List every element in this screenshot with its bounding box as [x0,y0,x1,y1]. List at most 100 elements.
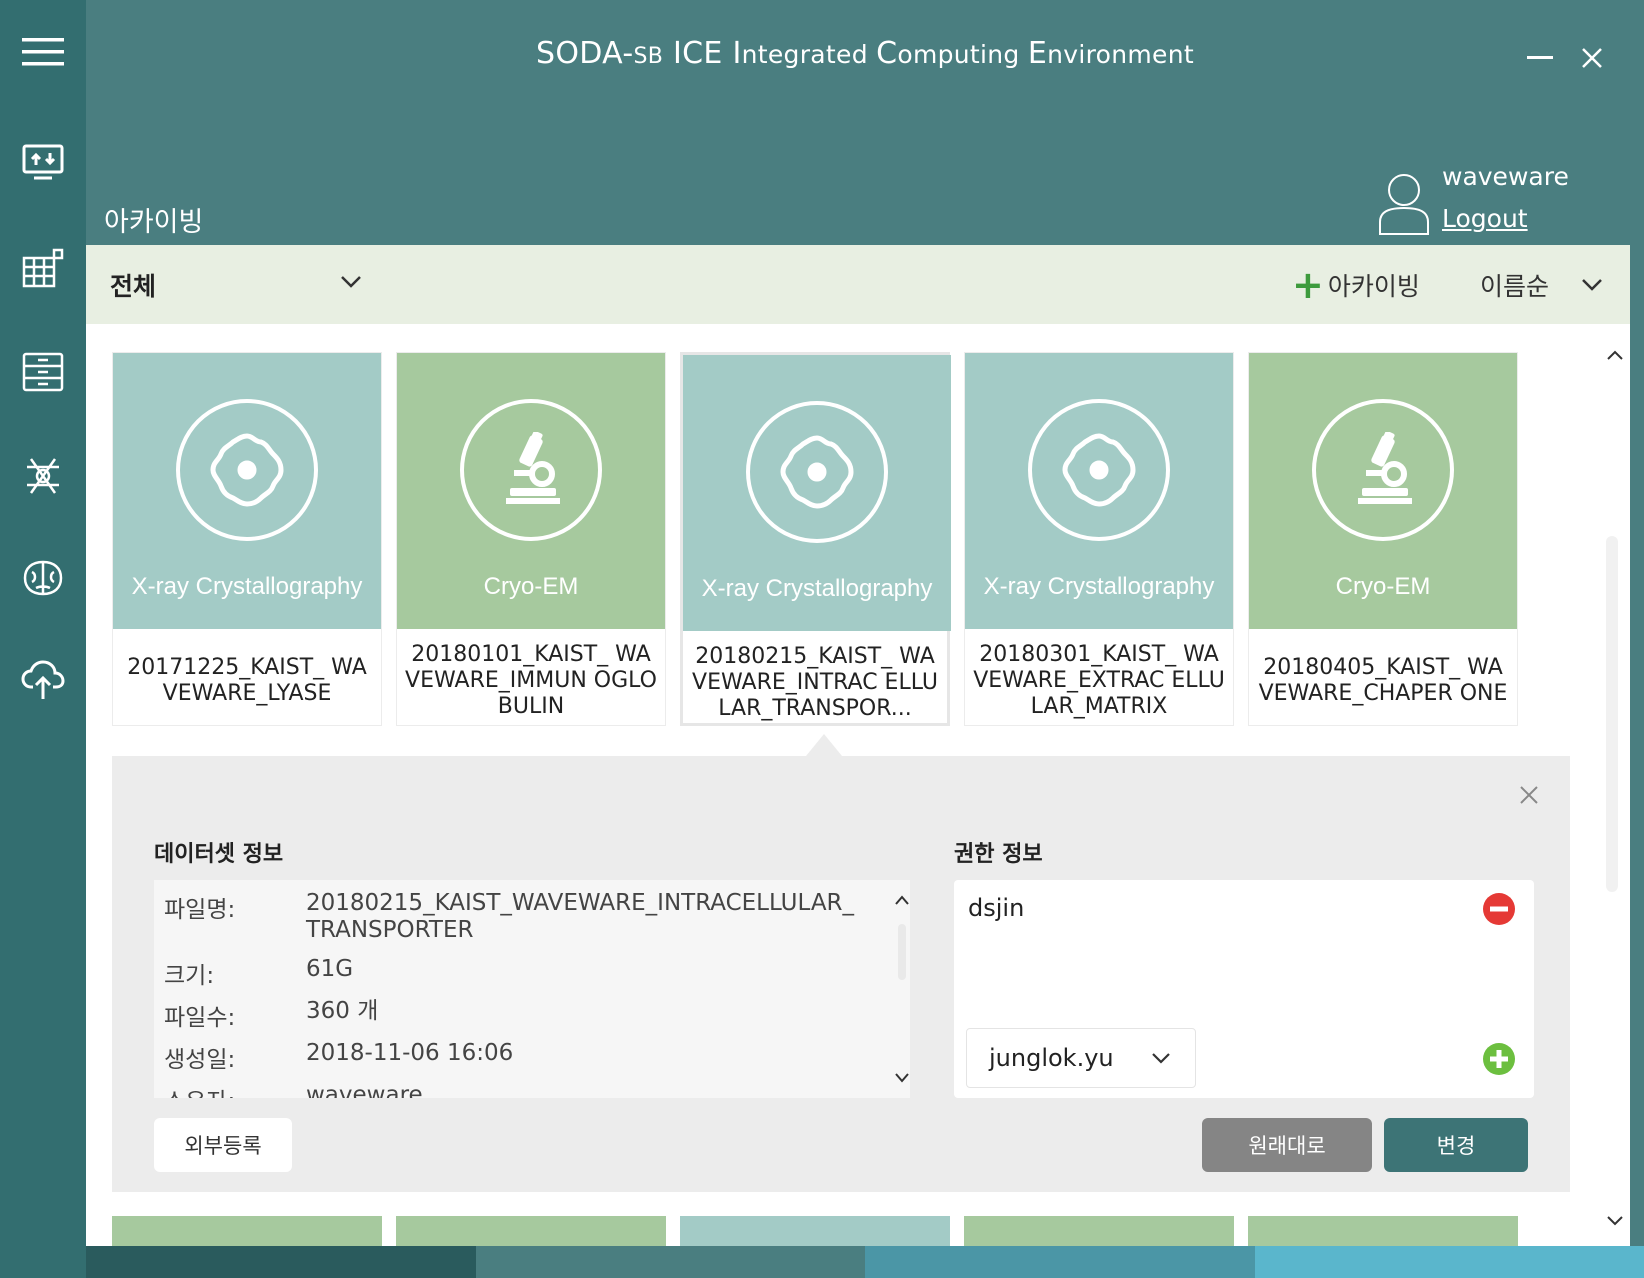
title-brand: SODA- [536,36,634,71]
category-filter-select[interactable]: 전체 [86,245,376,324]
info-row-size: 크기: 61G [164,956,864,990]
card-category: X-ray Crystallography [701,575,933,602]
minimize-icon [1527,56,1553,59]
info-row-file-count: 파일수: 360 개 [164,998,864,1032]
info-value: waveware [306,1082,423,1098]
info-row-owner: 소유자: waveware [164,1082,864,1098]
table-icon[interactable] [0,228,86,308]
crystal-icon [1028,399,1170,541]
bottom-bar-segment [1254,1246,1644,1278]
dataset-info-box[interactable]: 파일명: 20180215_KAIST_WAVEWARE_INTRACELLUL… [154,880,910,1098]
title-ice: ICE [663,36,723,71]
monitor-transfer-icon[interactable] [0,122,86,202]
scroll-down-icon[interactable] [894,1072,910,1084]
card-name: 20180215_KAIST_ WAVEWARE_INTRAC ELLULAR_… [692,644,938,721]
brain-icon[interactable] [0,538,86,618]
info-value: 61G [306,956,354,982]
app-window: SODA-SB ICE Integrated Computing Environ… [0,0,1644,1278]
dataset-card-partial[interactable] [396,1216,666,1246]
dataset-card-partial[interactable] [964,1216,1234,1246]
sort-select[interactable]: 이름순 [1480,263,1603,307]
content-scrollbar[interactable] [1606,536,1618,892]
card-name: 20180101_KAIST_ WAVEWARE_IMMUN OGLOBULIN [405,642,657,719]
scroll-down-button[interactable] [1600,1206,1630,1236]
chevron-down-icon [341,276,361,288]
card-thumbnail: X-ray Crystallography [683,355,951,631]
permission-info-title: 권한 정보 [954,842,1043,867]
sort-label: 이름순 [1480,272,1550,301]
molecule-icon[interactable] [0,436,86,516]
title-e: E [1027,36,1048,71]
card-name: 20180301_KAIST_ WAVEWARE_EXTRAC ELLULAR_… [973,642,1225,719]
dataset-card[interactable]: X-ray Crystallography 20180301_KAIST_ WA… [964,352,1234,726]
dataset-card-partial[interactable] [680,1216,950,1246]
scroll-up-button[interactable] [1600,340,1630,370]
title-sb: SB [633,44,664,69]
chevron-up-icon [1607,350,1623,360]
dataset-card[interactable]: X-ray Crystallography 20171225_KAIST_ WA… [112,352,382,726]
crystal-icon [176,399,318,541]
title-ntegrated: ntegrated [741,40,877,69]
card-name: 20180405_KAIST_ WAVEWARE_CHAPER ONE [1258,655,1508,706]
info-key: 파일명: [164,897,236,923]
info-key: 생성일: [164,1047,236,1073]
minimize-button[interactable] [1518,40,1562,76]
cloud-upload-icon[interactable] [0,640,86,720]
card-category: X-ray Crystallography [983,573,1215,600]
add-archive-label: 아카이빙 [1327,272,1420,301]
add-user-icon[interactable] [1482,1042,1516,1076]
chevron-down-icon [1152,1053,1170,1064]
card-thumbnail: Cryo-EM [397,353,665,629]
card-category: Cryo-EM [483,573,579,600]
crystal-icon [746,401,888,543]
logout-link[interactable]: Logout [1442,204,1528,233]
user-select-value: junglok.yu [989,1044,1114,1072]
chevron-down-icon [1582,279,1602,291]
close-icon [1582,48,1602,68]
window-close-button[interactable] [1570,40,1614,76]
info-value: 20180215_KAIST_WAVEWARE_INTRACELLULAR_TR… [306,890,855,943]
info-value: 2018-11-06 16:06 [306,1040,514,1066]
title-i: I [722,36,742,71]
plus-icon: + [1292,263,1324,307]
bottom-bar-segment [86,1246,476,1278]
dataset-card-partial[interactable] [1248,1216,1518,1246]
remove-user-icon[interactable] [1482,892,1516,926]
info-row-created: 생성일: 2018-11-06 16:06 [164,1040,864,1074]
info-value: 360 개 [306,998,379,1024]
dataset-card[interactable]: Cryo-EM 20180405_KAIST_ WAVEWARE_CHAPER … [1248,352,1518,726]
dataset-info-title: 데이터셋 정보 [154,842,284,867]
archive-content: X-ray Crystallography 20171225_KAIST_ WA… [86,324,1630,1246]
close-icon [1520,786,1538,804]
detail-pointer [806,734,842,756]
card-name: 20171225_KAIST_ WAVEWARE_LYASE [127,655,367,706]
add-archive-button[interactable]: + 아카이빙 [1292,263,1420,307]
window-edge [1630,0,1644,1278]
info-scrollbar-thumb[interactable] [898,924,906,980]
server-icon[interactable] [0,332,86,412]
info-row-filename: 파일명: 20180215_KAIST_WAVEWARE_INTRACELLUL… [164,890,864,944]
user-select[interactable]: junglok.yu [966,1028,1196,1088]
dataset-detail-panel: 데이터셋 정보 권한 정보 파일명: 20180215_KAIST_WAVEWA… [112,756,1570,1192]
detail-close-button[interactable] [1514,780,1544,810]
filter-label: 전체 [110,271,157,301]
title-c: C [876,36,898,71]
card-thumbnail: X-ray Crystallography [965,353,1233,629]
microscope-icon [1312,399,1454,541]
info-key: 파일수: [164,1005,236,1031]
bottom-bar-segment [865,1246,1255,1278]
dataset-card[interactable]: Cryo-EM 20180101_KAIST_ WAVEWARE_IMMUN O… [396,352,666,726]
user-avatar-icon [1379,174,1429,235]
filter-bar: 전체 + 아카이빙 이름순 [86,245,1630,324]
apply-button[interactable]: 변경 [1384,1118,1528,1172]
external-register-button[interactable]: 외부등록 [154,1118,292,1172]
app-header: SODA-SB ICE Integrated Computing Environ… [86,0,1644,245]
scroll-up-icon[interactable] [894,894,910,906]
card-thumbnail: X-ray Crystallography [113,353,381,629]
menu-icon[interactable] [0,12,86,92]
navigation-rail [0,0,86,1278]
dataset-card-partial[interactable] [112,1216,382,1246]
reset-button[interactable]: 원래대로 [1202,1118,1372,1172]
dataset-card-selected[interactable]: X-ray Crystallography 20180215_KAIST_ WA… [680,352,951,726]
title-nvironment: nvironment [1047,40,1194,69]
